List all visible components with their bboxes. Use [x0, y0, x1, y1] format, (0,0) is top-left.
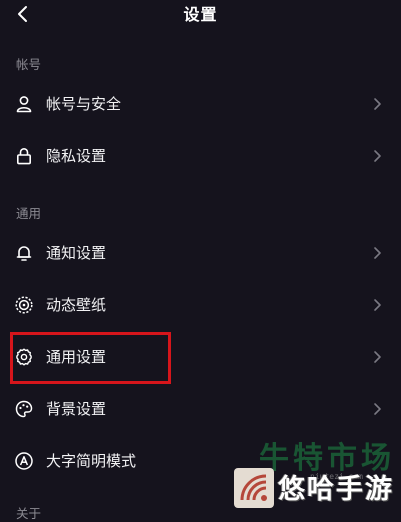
chevron-right-icon [374, 351, 381, 363]
section-header-account: 帐号 [16, 57, 42, 72]
settings-row-large-font-mode[interactable]: 大字简明模式 [0, 441, 401, 481]
nav-bar: 设置 [0, 0, 401, 30]
settings-row-privacy[interactable]: 隐私设置 [0, 136, 401, 176]
row-label: 背景设置 [46, 400, 107, 418]
settings-row-background[interactable]: 背景设置 [0, 389, 401, 429]
settings-row-notifications[interactable]: 通知设置 [0, 233, 401, 273]
row-label: 通知设置 [46, 244, 107, 262]
page-title: 设置 [183, 5, 218, 24]
row-label: 隐私设置 [46, 147, 107, 165]
section-header-general: 通用 [16, 206, 42, 221]
row-label: 动态壁纸 [46, 296, 107, 314]
section-header-about: 关于 [16, 506, 42, 521]
chevron-right-icon [374, 98, 381, 110]
highlight-box [10, 332, 171, 384]
row-label: 帐号与安全 [46, 95, 122, 113]
settings-row-account-security[interactable]: 帐号与安全 [0, 84, 401, 124]
palette-icon [15, 400, 33, 418]
lock-icon [16, 148, 31, 165]
row-label: 大字简明模式 [46, 452, 137, 470]
chevron-right-icon [374, 247, 381, 259]
person-icon [16, 96, 32, 113]
chevron-right-icon [374, 299, 381, 311]
chevron-right-icon [374, 150, 381, 162]
font-size-icon [15, 452, 33, 470]
settings-row-live-wallpaper[interactable]: 动态壁纸 [0, 285, 401, 325]
bell-icon [16, 246, 32, 261]
live-wallpaper-icon [15, 296, 33, 314]
chevron-right-icon [374, 403, 381, 415]
